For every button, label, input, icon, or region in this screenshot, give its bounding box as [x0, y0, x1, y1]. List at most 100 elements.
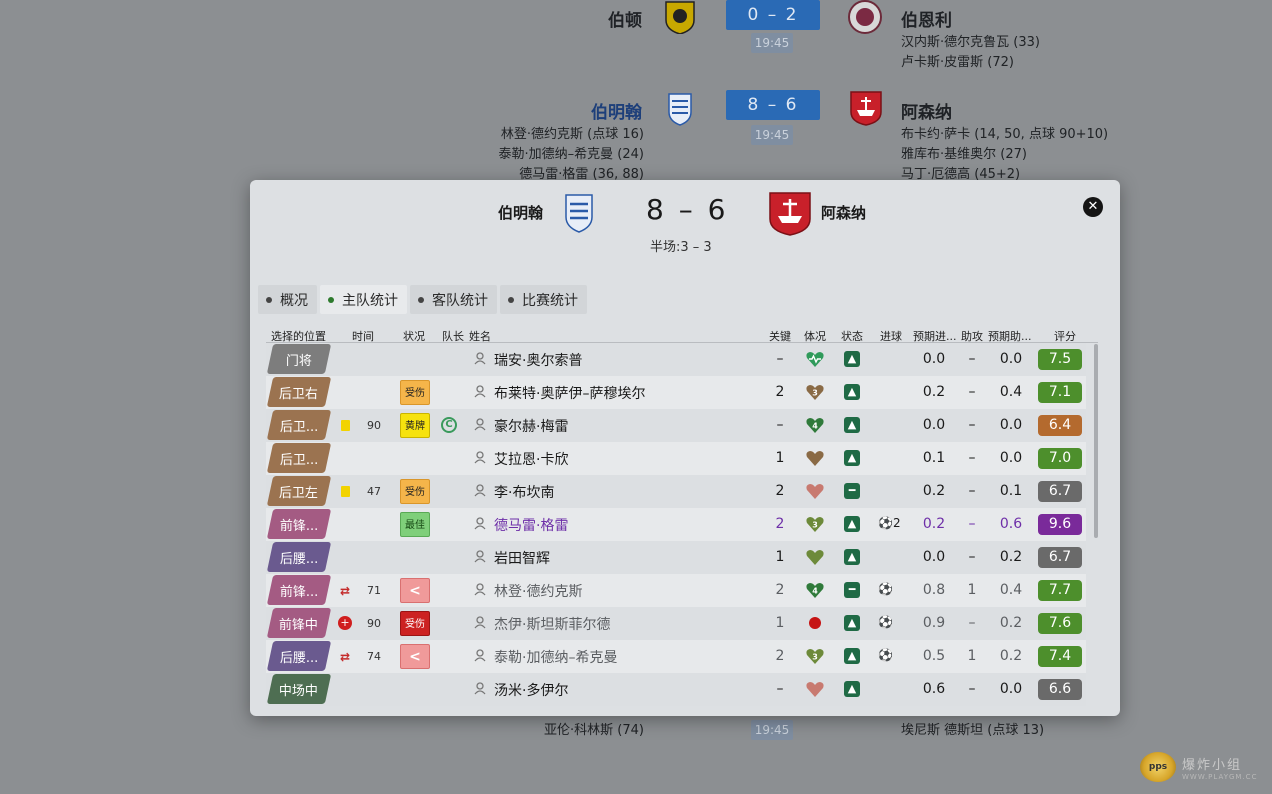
svg-text:3: 3	[812, 653, 818, 662]
tab-overview[interactable]: 概况	[258, 285, 317, 314]
expected-goals: 0.8	[922, 582, 946, 598]
status-badge[interactable]: <	[400, 578, 430, 603]
player-name[interactable]: 李·布坎南	[494, 482, 554, 502]
fixture2-home-team[interactable]: 伯明翰	[591, 98, 642, 123]
half-time-score: 半场:3 – 3	[650, 240, 712, 255]
table-row[interactable]: 后腰... ⇄ 74 < 泰勒·加德纳–希克曼 2 3 ▲ ⚽ 0.5 1 0.2 7.4	[266, 640, 1086, 673]
position-tag[interactable]: 后卫左	[266, 476, 332, 506]
table-row[interactable]: 中场中 汤米·多伊尔 – ▲ 0.6 – 0.0 6.6	[266, 673, 1086, 706]
status-badge[interactable]: 受伤	[400, 380, 430, 405]
expected-assists: 0.0	[999, 450, 1023, 466]
neutral-form-icon: ━	[844, 582, 860, 598]
tab-away-stats[interactable]: 客队统计	[410, 285, 497, 314]
table-row[interactable]: 后卫... 艾拉恩·卡欣 1 ▲ 0.1 – 0.0 7.0	[266, 442, 1086, 475]
thumbs-up-icon: ▲	[844, 681, 860, 697]
player-name[interactable]: 杰伊·斯坦斯菲尔德	[494, 614, 610, 634]
position-tag[interactable]: 门将	[266, 344, 332, 374]
expected-assists: 0.0	[999, 417, 1023, 433]
tab-dot-icon	[266, 296, 272, 303]
fixture1-home-team[interactable]: 伯顿	[608, 6, 642, 31]
person-icon	[474, 517, 486, 530]
player-name[interactable]: 瑞安·奥尔索普	[494, 350, 582, 370]
table-row[interactable]: 后卫... 90 黄牌 C 豪尔赫·梅雷 – 4 ▲ 0.0 – 0.0 6.4	[266, 409, 1086, 442]
watermark-logo: pps	[1140, 752, 1176, 782]
svg-text:4: 4	[812, 587, 818, 596]
watermark-text: 爆炸小组	[1182, 757, 1243, 773]
assists: –	[968, 615, 976, 631]
status-badge[interactable]: 黄牌	[400, 413, 430, 438]
table-row[interactable]: 后腰... 岩田智辉 1 ▲ 0.0 – 0.2 6.7	[266, 541, 1086, 574]
close-button[interactable]: ✕	[1083, 197, 1103, 217]
status-badge[interactable]: <	[400, 644, 430, 669]
table-row[interactable]: 后卫右 受伤 布莱特·奥萨伊–萨穆埃尔 2 3 ▲ 0.2 – 0.4 7.1	[266, 376, 1086, 409]
position-tag[interactable]: 前锋中	[266, 608, 332, 638]
position-tag[interactable]: 后腰...	[266, 641, 332, 671]
fixture1-away-team[interactable]: 伯恩利	[901, 6, 952, 31]
expected-goals: 0.1	[922, 450, 946, 466]
condition-heart-icon: 3	[806, 517, 824, 532]
assists: –	[968, 549, 976, 565]
player-name[interactable]: 德马雷·格雷	[494, 515, 568, 535]
tab-match-stats[interactable]: 比赛统计	[500, 285, 587, 314]
tab-dot-icon	[508, 296, 514, 303]
position-label: 后卫右	[279, 386, 319, 402]
person-icon	[474, 682, 486, 695]
goals-cell: ⚽2	[878, 516, 901, 530]
tab-label: 主队统计	[342, 292, 398, 309]
player-name[interactable]: 林登·德约克斯	[494, 581, 582, 601]
status-badge[interactable]: 受伤	[400, 479, 430, 504]
event-minute: 90	[367, 617, 381, 630]
position-tag[interactable]: 后卫右	[266, 377, 332, 407]
status-badge[interactable]: 受伤	[400, 611, 430, 636]
status-badge[interactable]: 最佳	[400, 512, 430, 537]
person-icon	[474, 451, 486, 464]
player-name[interactable]: 泰勒·加德纳–希克曼	[494, 647, 617, 667]
assists: –	[968, 417, 976, 433]
tab-dot-icon	[418, 296, 424, 303]
expected-assists: 0.1	[999, 483, 1023, 499]
player-name[interactable]: 艾拉恩·卡欣	[494, 449, 568, 469]
goals-cell: ⚽	[878, 582, 893, 596]
player-name[interactable]: 布莱特·奥萨伊–萨穆埃尔	[494, 383, 645, 403]
player-name[interactable]: 岩田智辉	[494, 548, 550, 568]
player-name[interactable]: 豪尔赫·梅雷	[494, 416, 568, 436]
key-passes: 2	[775, 516, 785, 532]
table-row[interactable]: 门将 瑞安·奥尔索普 – ▲ 0.0 – 0.0 7.5	[266, 343, 1086, 376]
assists: 1	[967, 648, 977, 664]
event-minute: 90	[367, 419, 381, 432]
birmingham-crest-icon	[565, 194, 593, 233]
condition-heart-icon	[806, 682, 824, 697]
fixture2-away-scorer: 布卡约·萨卡 (14, 50, 点球 90+10)	[901, 127, 1109, 142]
fixture2-score[interactable]: 8 – 6	[726, 90, 820, 120]
football-icon: ⚽	[878, 516, 893, 530]
position-tag[interactable]: 后腰...	[266, 542, 332, 572]
table-row[interactable]: 前锋... 最佳 德马雷·格雷 2 3 ▲ ⚽2 0.2–0.6 9.6	[266, 508, 1086, 541]
fixture1-score[interactable]: 0 – 2	[726, 0, 820, 30]
position-tag[interactable]: 前锋...	[266, 509, 332, 539]
table-row[interactable]: 前锋... ⇄ 71 < 林登·德约克斯 2 4 ━ ⚽ 0.8 1 0.4 7.7	[266, 574, 1086, 607]
position-tag[interactable]: 后卫...	[266, 410, 332, 440]
position-tag[interactable]: 前锋...	[266, 575, 332, 605]
tab-label: 比赛统计	[522, 292, 578, 309]
tab-home-stats[interactable]: 主队统计	[320, 285, 407, 314]
expected-goals: 0.0	[922, 549, 946, 565]
position-label: 前锋中	[279, 617, 319, 633]
thumbs-up-icon: ▲	[844, 549, 860, 565]
fixture2-home-scorer: 泰勒·加德纳–希克曼 (24)	[498, 147, 644, 162]
position-tag[interactable]: 后卫...	[266, 443, 332, 473]
thumbs-up-icon: ▲	[844, 417, 860, 433]
position-label: 后卫...	[279, 452, 319, 468]
home-team-name[interactable]: 伯明翰	[498, 202, 543, 223]
football-icon: ⚽	[878, 582, 893, 596]
key-passes: 2	[775, 384, 785, 400]
rating-badge: 7.6	[1038, 613, 1082, 634]
key-passes: 1	[775, 615, 785, 631]
rating-badge: 7.0	[1038, 448, 1082, 469]
table-row[interactable]: 前锋中 +90 受伤 杰伊·斯坦斯菲尔德 1 ▲ ⚽ 0.9 – 0.2 7.6	[266, 607, 1086, 640]
table-scrollbar[interactable]	[1094, 344, 1098, 538]
away-team-name[interactable]: 阿森纳	[821, 202, 866, 223]
table-row[interactable]: 后卫左 47 受伤 李·布坎南 2 ━ 0.2 – 0.1 6.7	[266, 475, 1086, 508]
fixture2-away-team[interactable]: 阿森纳	[901, 98, 952, 123]
player-name[interactable]: 汤米·多伊尔	[494, 680, 568, 700]
position-tag[interactable]: 中场中	[266, 674, 332, 704]
